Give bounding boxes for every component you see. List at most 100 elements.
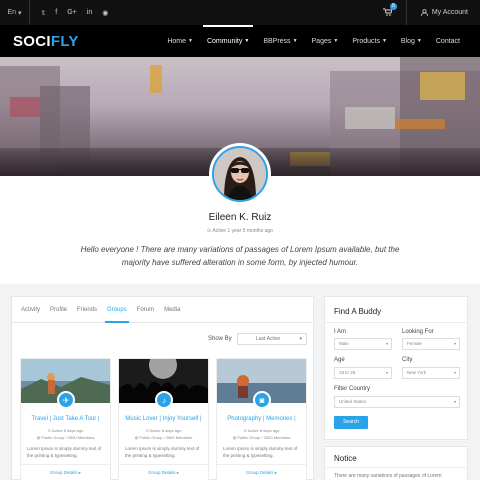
tab-friends[interactable]: Friends <box>72 297 102 322</box>
age-select[interactable]: 18 to 25 ▾ <box>334 367 392 379</box>
looking-for-value: Female <box>407 341 423 346</box>
group-active-text: Active 8 days ago <box>247 428 280 433</box>
show-by-row: Show By Last Active ▾ <box>12 333 315 347</box>
notice-widget: Notice There are many variations of pass… <box>324 446 468 480</box>
nav-label: Products <box>352 37 380 45</box>
nav-item-products[interactable]: Products ▼ <box>345 25 394 57</box>
cart-button[interactable]: 0 <box>382 2 397 18</box>
nav-item-community[interactable]: Community ▼ <box>200 25 256 57</box>
tab-profile[interactable]: Profile <box>45 297 72 322</box>
group-title[interactable]: Music Lover | Injoy Yourself | <box>119 416 208 422</box>
group-details-link[interactable]: Group Details ▸ <box>119 470 208 476</box>
my-account-label: My Account <box>431 9 468 16</box>
i-am-label: I Am <box>334 329 347 335</box>
city-select[interactable]: New York ▾ <box>402 367 460 379</box>
rss-icon[interactable]: ◉ <box>102 9 108 17</box>
my-account-link[interactable]: My Account <box>420 9 468 16</box>
profile-active-status: ⊙ Active 1 year 5 months ago <box>0 228 480 234</box>
caret-down-icon: ▼ <box>416 38 422 44</box>
language-selector[interactable]: En ▾ <box>0 0 30 25</box>
find-buddy-widget: Find A Buddy I Am Male ▾ Looking For Fema… <box>324 296 468 440</box>
group-meta: ◍ Public Group / 2500 Members <box>119 435 208 440</box>
looking-for-select[interactable]: Female ▾ <box>402 338 460 350</box>
city-value: New York <box>407 370 427 375</box>
site-logo[interactable]: SOCIFLY <box>13 33 79 50</box>
chevron-down-icon: ▾ <box>18 9 22 17</box>
group-card: ◙ Photography | Memories | ⊙ Active 8 da… <box>216 358 307 480</box>
social-links: 𝕥 f G+ in ◉ <box>30 9 108 17</box>
group-title[interactable]: Travel | Just Take A Tour | <box>21 416 110 422</box>
nav-item-pages[interactable]: Pages ▼ <box>305 25 346 57</box>
chevron-right-icon: ▸ <box>78 470 82 475</box>
group-details-link[interactable]: Group Details ▸ <box>21 470 110 476</box>
profile-bio: Hello everyone ! There are many variatio… <box>80 245 400 267</box>
nav-label: Blog <box>400 37 415 45</box>
divider <box>119 464 208 465</box>
nav-item-bbpress[interactable]: BBPress ▼ <box>256 25 304 57</box>
divider <box>217 464 306 465</box>
i-am-value: Male <box>339 341 349 346</box>
twitter-icon[interactable]: 𝕥 <box>42 9 45 17</box>
group-active: ⊙ Active 8 days ago <box>119 428 208 433</box>
logo-part2: FLY <box>50 33 79 50</box>
filter-country-value: United States <box>339 399 367 404</box>
cover-sign <box>420 72 465 100</box>
group-description: Lorem Ipsum is simply dummy text of the … <box>125 446 200 458</box>
cart-count-badge: 0 <box>389 2 397 10</box>
linkedin-icon[interactable]: in <box>87 9 92 16</box>
group-title[interactable]: Photography | Memories | <box>217 416 306 422</box>
nav-item-contact[interactable]: Contact <box>429 25 467 57</box>
notice-title: Notice <box>334 454 357 463</box>
chevron-down-icon: ▾ <box>385 370 388 375</box>
tab-media[interactable]: Media <box>159 297 185 322</box>
camera-icon: ◙ <box>253 391 271 409</box>
top-bar: En ▾ 𝕥 f G+ in ◉ 0 My Account <box>0 0 480 25</box>
group-meta-text: Public Group / 2500 Members <box>41 435 95 440</box>
group-description: Lorem Ipsum is simply dummy text of the … <box>223 446 298 458</box>
divider <box>405 0 407 25</box>
group-meta-text: Public Group / 2500 Members <box>139 435 193 440</box>
topbar-right: 0 My Account <box>382 0 468 25</box>
group-active: ⊙ Active 8 days ago <box>217 428 306 433</box>
cover-sign <box>10 97 40 117</box>
group-active-text: Active 8 days ago <box>149 428 182 433</box>
group-meta: ◍ Public Group / 2500 Members <box>217 435 306 440</box>
nav-label: Pages <box>311 37 332 45</box>
find-buddy-title: Find A Buddy <box>334 307 382 316</box>
group-active: ⊙ Active 8 days ago <box>21 428 110 433</box>
nav-label: BBPress <box>263 37 291 45</box>
group-details-label: Group Details <box>49 470 78 475</box>
airplane-icon: ✈ <box>57 391 75 409</box>
language-label: En <box>7 9 17 16</box>
user-icon <box>420 9 428 16</box>
nav-item-home[interactable]: Home ▼ <box>160 25 200 57</box>
show-by-select[interactable]: Last Active ▾ <box>237 333 307 345</box>
tab-activity[interactable]: Activity <box>16 297 45 322</box>
logo-part1: SOCI <box>13 33 51 50</box>
chevron-down-icon: ▾ <box>385 341 388 346</box>
filter-country-select[interactable]: United States ▾ <box>334 396 460 408</box>
nav-label: Contact <box>435 37 460 45</box>
group-details-label: Group Details <box>147 470 176 475</box>
profile-avatar[interactable] <box>209 143 271 205</box>
buddy-search-button[interactable]: Search <box>334 416 368 429</box>
age-value: 18 to 25 <box>339 370 356 375</box>
facebook-icon[interactable]: f <box>55 9 57 16</box>
profile-content-panel: Activity Profile Friends Groups Forum Me… <box>11 296 314 480</box>
group-details-link[interactable]: Group Details ▸ <box>217 470 306 476</box>
cover-sign <box>395 119 445 129</box>
nav-item-blog[interactable]: Blog ▼ <box>394 25 429 57</box>
chevron-down-icon: ▾ <box>453 341 456 346</box>
avatar-portrait <box>214 148 266 200</box>
main-menu: Home ▼ Community ▼ BBPress ▼ Pages ▼ Product… <box>160 25 467 57</box>
age-label: Age <box>334 357 345 363</box>
tab-groups[interactable]: Groups <box>102 297 132 323</box>
i-am-select[interactable]: Male ▾ <box>334 338 392 350</box>
divider <box>325 322 467 323</box>
google-plus-icon[interactable]: G+ <box>67 9 77 16</box>
group-card: ♪ Music Lover | Injoy Yourself | ⊙ Activ… <box>118 358 209 480</box>
show-by-value: Last Active <box>256 336 281 342</box>
caret-down-icon: ▼ <box>381 38 387 44</box>
group-active-text: Active 8 days ago <box>51 428 84 433</box>
tab-forum[interactable]: Forum <box>132 297 159 322</box>
